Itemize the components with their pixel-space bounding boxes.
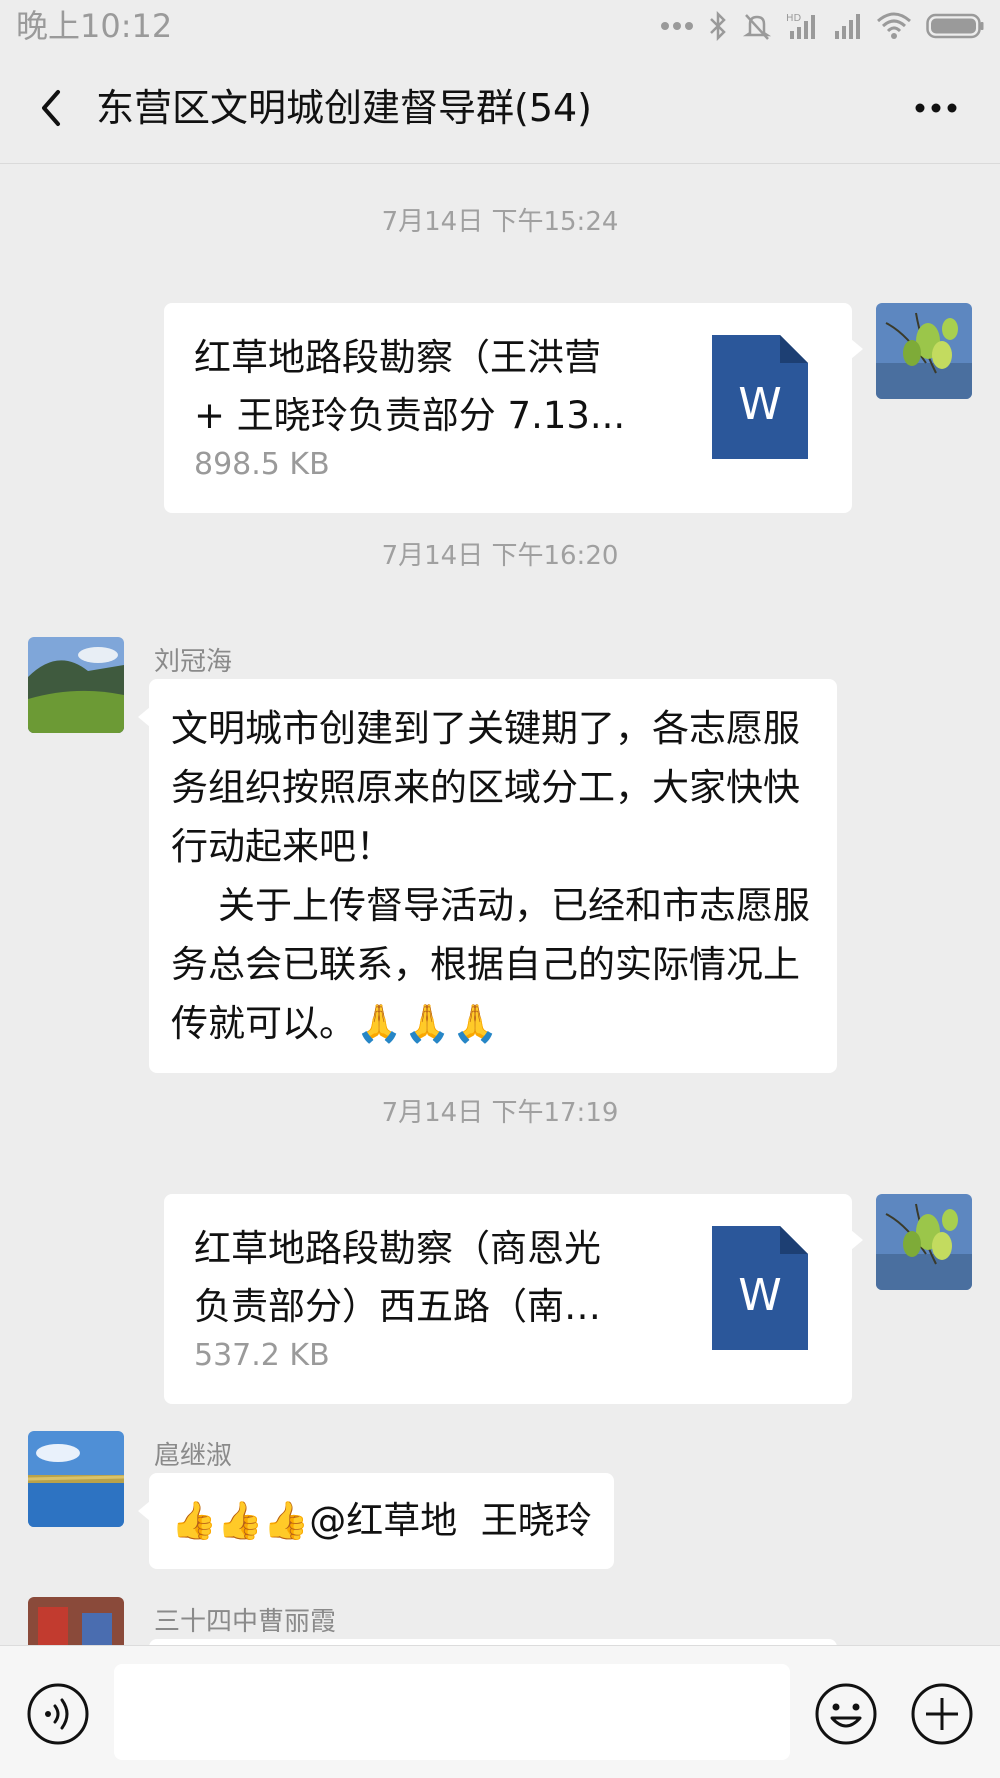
message-timestamp: 7月14日 下午15:24 bbox=[381, 207, 619, 237]
dots-icon bbox=[661, 22, 693, 30]
person-avatar-image bbox=[28, 1597, 124, 1645]
sender-name: 扈继淑 bbox=[154, 1441, 233, 1471]
svg-text:HD: HD bbox=[786, 13, 802, 24]
battery-icon bbox=[926, 13, 984, 39]
landscape-avatar-image bbox=[28, 637, 124, 733]
sender-avatar[interactable] bbox=[28, 1431, 124, 1527]
file-size: 537.2 KB bbox=[194, 1338, 330, 1373]
my-avatar[interactable] bbox=[876, 303, 972, 399]
signal-icon bbox=[835, 14, 860, 39]
plus-icon bbox=[911, 1683, 973, 1745]
message-timestamp: 7月14日 下午17:19 bbox=[381, 1098, 619, 1128]
file-name: 红草地路段勘察（王洪营 + 王晓玲负责部分 7.13... bbox=[194, 336, 626, 437]
word-document-icon: W bbox=[712, 335, 808, 459]
mute-icon bbox=[742, 14, 772, 40]
more-options-button[interactable] bbox=[906, 82, 966, 134]
message-timestamp: 7月14日 下午16:20 bbox=[381, 541, 619, 571]
file-type-label: W bbox=[738, 1270, 782, 1321]
word-document-icon: W bbox=[712, 1226, 808, 1350]
text-message-bubble[interactable]: 文明城市创建到了关键期了，各志愿服务组织按照原来的区域分工，大家快快行动起来吧！… bbox=[138, 679, 837, 1073]
my-avatar[interactable] bbox=[876, 1194, 972, 1290]
status-icons: HD bbox=[660, 8, 984, 44]
thumbs-up-icon: 👍👍👍 bbox=[171, 1499, 310, 1542]
sender-avatar[interactable] bbox=[28, 637, 124, 733]
message-text: 👍👍👍@红草地 王晓玲 bbox=[171, 1499, 592, 1542]
file-message[interactable]: 红草地路段勘察（商恩光负责部分）西五路（南一... 537.2 KB W bbox=[164, 1194, 863, 1404]
text-message-bubble[interactable]: 👍👍👍@红草地 王晓玲 bbox=[138, 1473, 614, 1569]
chat-header: 东营区文明城创建督导群(54) bbox=[0, 52, 1000, 164]
status-time: 晚上10:12 bbox=[16, 7, 173, 45]
more-functions-button[interactable] bbox=[910, 1682, 974, 1746]
chat-messages[interactable]: 7月14日 下午15:24 红草地路段勘察（王洪营 + 王晓玲负责部分 7.13… bbox=[0, 165, 1000, 1645]
sender-avatar[interactable] bbox=[28, 1597, 124, 1645]
lake-avatar-image bbox=[28, 1431, 124, 1527]
voice-icon bbox=[27, 1683, 89, 1745]
chat-title: 东营区文明城创建督导群(54) bbox=[96, 86, 593, 130]
file-name: 红草地路段勘察（商恩光负责部分）西五路（南一... bbox=[194, 1227, 601, 1328]
input-bar bbox=[0, 1645, 1000, 1778]
more-dots-icon bbox=[915, 103, 957, 113]
bluetooth-icon bbox=[710, 11, 726, 41]
leaf-avatar-image bbox=[876, 1194, 972, 1290]
chevron-left-icon bbox=[42, 90, 60, 126]
file-size: 898.5 KB bbox=[194, 447, 330, 482]
voice-input-button[interactable] bbox=[26, 1682, 90, 1746]
wifi-icon bbox=[877, 12, 911, 39]
message-input[interactable] bbox=[114, 1664, 790, 1760]
file-message[interactable]: 红草地路段勘察（王洪营 + 王晓玲负责部分 7.13... 898.5 KB W bbox=[164, 303, 863, 513]
sender-name: 刘冠海 bbox=[154, 647, 233, 677]
pray-hands-icon: 🙏🙏🙏 bbox=[356, 1002, 501, 1045]
status-bar: 晚上10:12 HD bbox=[0, 0, 1000, 52]
message-text: 文明城市创建到了关键期了，各志愿服务组织按照原来的区域分工，大家快快行动起来吧！… bbox=[171, 707, 811, 1045]
smiley-icon bbox=[815, 1683, 877, 1745]
sender-name: 三十四中曹丽霞 bbox=[154, 1607, 337, 1637]
emoji-button[interactable] bbox=[814, 1682, 878, 1746]
leaf-avatar-image bbox=[876, 303, 972, 399]
hd-signal-icon: HD bbox=[786, 13, 815, 39]
back-button[interactable] bbox=[26, 80, 82, 136]
file-type-label: W bbox=[738, 379, 782, 430]
